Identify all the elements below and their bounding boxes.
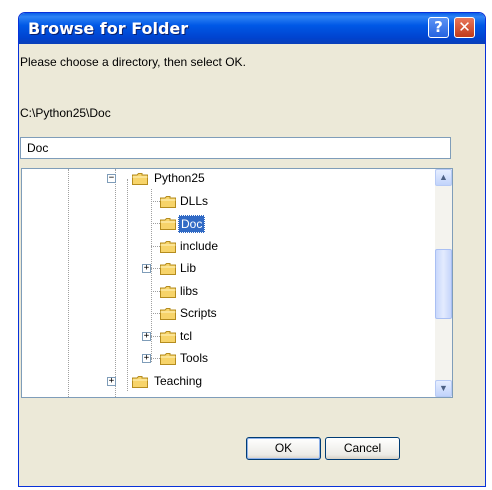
arrow-down-icon: ▼ (439, 383, 448, 393)
expand-icon[interactable]: + (142, 264, 151, 273)
folder-icon (160, 195, 176, 208)
tree-item-label: DLLs (180, 193, 209, 208)
tree-connector (151, 290, 160, 292)
arrow-up-icon: ▲ (439, 172, 448, 182)
tree-item-tcl[interactable]: + tcl (22, 327, 432, 345)
tree-item-libs[interactable]: libs (22, 282, 432, 300)
tree-item-label: include (180, 238, 219, 253)
folder-icon (160, 240, 176, 253)
tree-item-label: Python25 (154, 171, 205, 185)
help-icon: ? (434, 18, 443, 36)
ok-button[interactable]: OK (246, 437, 321, 460)
tree-item-teaching[interactable]: + Teaching (22, 372, 432, 390)
tree-item-dlls[interactable]: DLLs (22, 192, 432, 210)
dialog-title: Browse for Folder (28, 19, 189, 38)
tree-item-label: Teaching (154, 373, 203, 388)
folder-tree[interactable]: − Python25 DLLs Doc include + Lib libs Scripts + t… (21, 168, 453, 398)
expand-icon[interactable]: + (142, 331, 151, 341)
cancel-button[interactable]: Cancel (325, 437, 400, 460)
tree-connector (151, 335, 160, 337)
folder-icon (160, 307, 176, 320)
close-icon: ✕ (458, 18, 471, 36)
tree-item-lib[interactable]: + Lib (22, 259, 432, 277)
tree-connector (151, 200, 160, 202)
tree-item-label: tcl (180, 328, 192, 343)
tree-item-label: Scripts (180, 306, 217, 320)
tree-item-include[interactable]: include (22, 237, 432, 255)
tree-item-doc[interactable]: Doc (22, 214, 432, 233)
collapse-icon[interactable]: − (107, 174, 116, 183)
tree-connector (151, 245, 160, 247)
folder-icon (160, 217, 176, 230)
tree-connector (151, 313, 160, 314)
tree-item-label: Doc (178, 215, 206, 233)
scroll-up-button[interactable]: ▲ (435, 169, 452, 186)
tree-item-label: libs (180, 283, 199, 298)
folder-icon (132, 375, 148, 388)
expand-icon[interactable]: + (107, 376, 116, 386)
scroll-thumb[interactable] (435, 249, 452, 319)
title-bar[interactable]: Browse for Folder ? ✕ (19, 13, 485, 44)
tree-item-tools[interactable]: + Tools (22, 349, 432, 367)
close-button[interactable]: ✕ (454, 17, 475, 38)
tree-connector (151, 223, 160, 224)
expand-icon[interactable]: + (142, 354, 151, 363)
tree-item-label: Tools (180, 351, 209, 365)
tree-connector (151, 358, 160, 359)
tree-connector (151, 268, 160, 269)
folder-icon (132, 172, 148, 185)
folder-icon (160, 285, 176, 298)
folder-name-field[interactable] (20, 137, 451, 159)
tree-item-python25[interactable]: − Python25 (22, 169, 432, 187)
tree-item-scripts[interactable]: Scripts (22, 304, 432, 322)
current-path-label: C:\Python25\Doc (20, 106, 111, 120)
folder-icon (160, 330, 176, 343)
instruction-text: Please choose a directory, then select O… (20, 55, 246, 69)
scroll-down-button[interactable]: ▼ (435, 380, 452, 397)
folder-icon (160, 352, 176, 365)
tree-item-label: Lib (180, 261, 197, 275)
folder-icon (160, 262, 176, 275)
help-button[interactable]: ? (428, 17, 449, 38)
vertical-scrollbar[interactable]: ▲ ▼ (435, 169, 452, 397)
